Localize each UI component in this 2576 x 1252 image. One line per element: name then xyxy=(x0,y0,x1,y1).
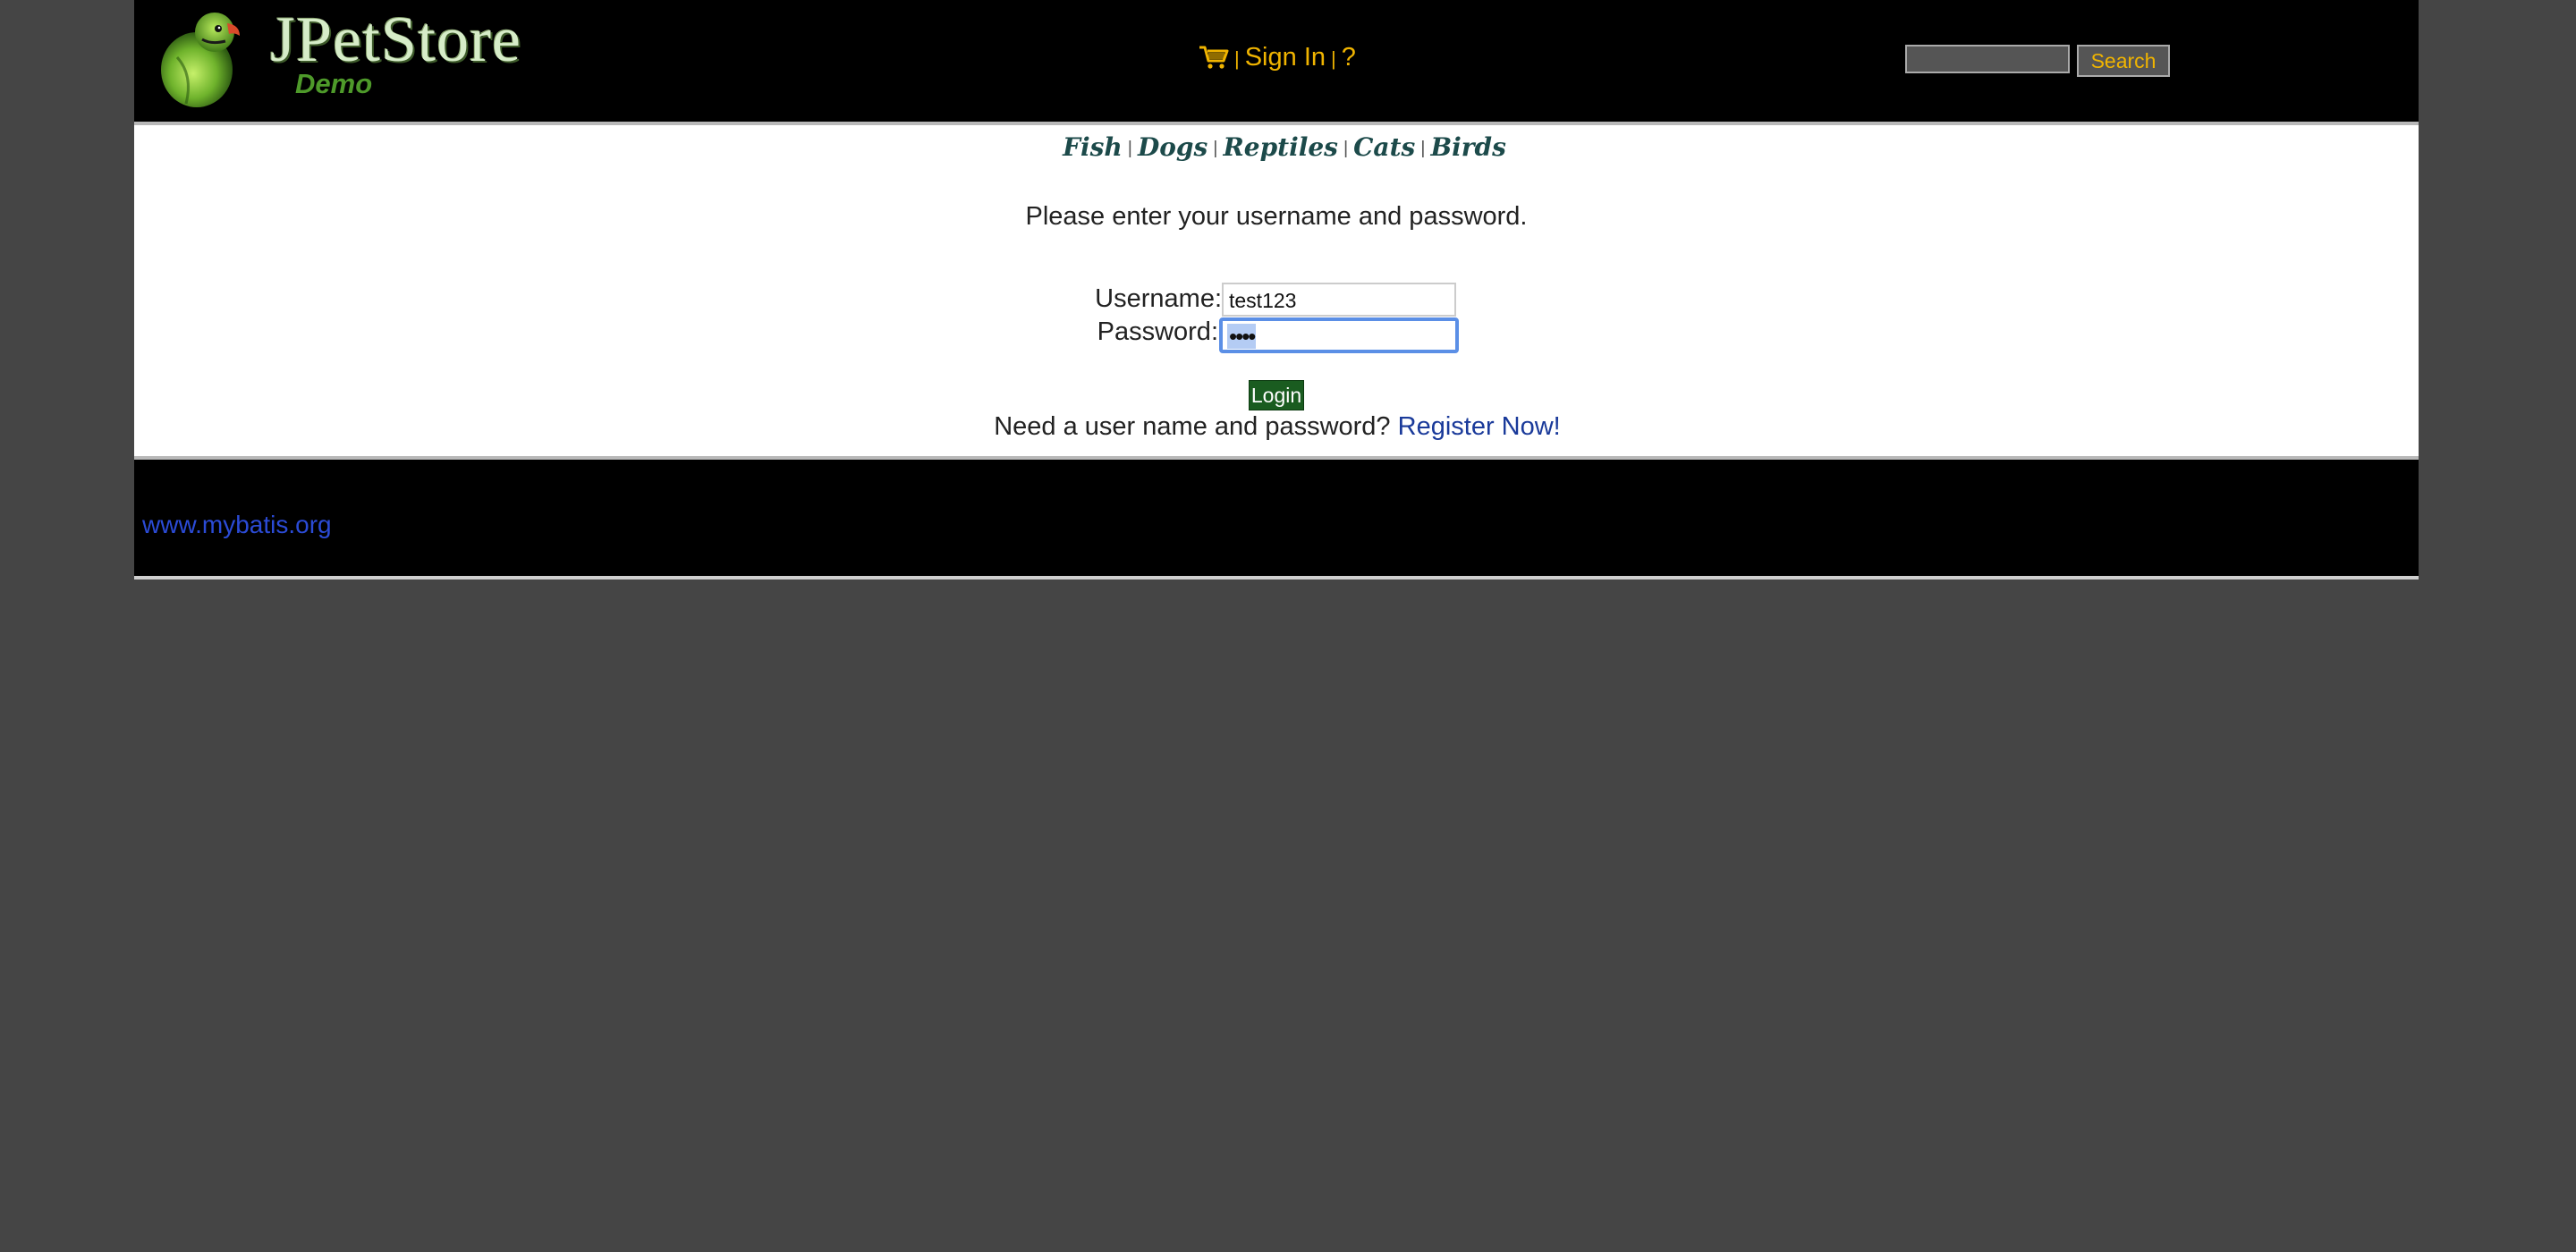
parrot-logo-icon xyxy=(161,13,240,107)
register-link[interactable]: Register Now! xyxy=(1398,412,1561,441)
username-field[interactable]: test123 xyxy=(1222,283,1456,317)
help-link[interactable]: ? xyxy=(1342,43,1356,72)
quicklink-fish[interactable]: Fish xyxy=(1063,132,1123,162)
page-wrapper: JPetStore Demo | Sign In |? Search Fish | Do… xyxy=(134,0,2419,579)
password-label: Password: xyxy=(1097,317,1218,346)
register-prompt: Need a user name and password? xyxy=(994,412,1391,441)
shopping-cart-icon[interactable] xyxy=(1199,44,1229,69)
register-line: Need a user name and password? Register … xyxy=(134,410,2419,444)
quicklink-separator: | xyxy=(1127,139,1132,158)
login-button[interactable]: Login xyxy=(1249,380,1304,410)
quicklink-separator: | xyxy=(1213,139,1218,158)
menu-separator: | xyxy=(1234,47,1240,70)
quicklink-dogs[interactable]: Dogs xyxy=(1138,132,1208,162)
header: JPetStore Demo | Sign In |? Search xyxy=(134,0,2419,122)
quicklink-cats[interactable]: Cats xyxy=(1353,132,1415,162)
header-menu: | Sign In |? xyxy=(1199,39,1356,77)
sign-in-link[interactable]: Sign In xyxy=(1245,43,1326,72)
logo-title: JPetStore xyxy=(270,4,522,75)
quicklink-separator: | xyxy=(1420,139,1426,158)
logo-subtitle: Demo xyxy=(295,68,373,99)
quicklink-reptiles[interactable]: Reptiles xyxy=(1223,132,1337,162)
password-masked-value: •••• xyxy=(1227,323,1256,350)
quicklink-separator: | xyxy=(1343,139,1349,158)
category-quicklinks: Fish | Dogs | Reptiles | Cats | Birds xyxy=(134,125,2419,171)
mybatis-link[interactable]: www.mybatis.org xyxy=(142,510,332,540)
quicklink-birds[interactable]: Birds xyxy=(1430,132,1505,162)
footer: www.mybatis.org xyxy=(134,460,2419,579)
menu-separator: | xyxy=(1331,47,1336,70)
logo[interactable]: JPetStore Demo xyxy=(150,4,526,111)
login-prompt: Please enter your username and password. xyxy=(1025,202,1528,231)
password-field[interactable]: •••• xyxy=(1219,317,1459,353)
login-panel: Fish | Dogs | Reptiles | Cats | Birds Please ent… xyxy=(134,122,2419,460)
search-button[interactable]: Search xyxy=(2077,45,2170,77)
search-input[interactable] xyxy=(1905,45,2070,73)
username-label: Username: xyxy=(1095,284,1222,313)
